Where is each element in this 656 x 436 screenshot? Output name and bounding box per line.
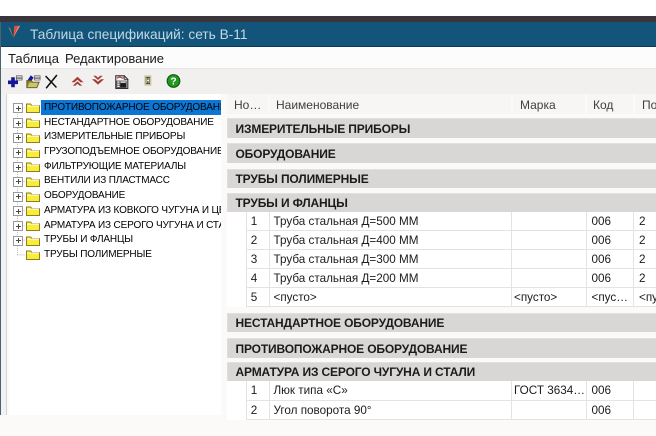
svg-text:?: ?: [170, 76, 176, 87]
